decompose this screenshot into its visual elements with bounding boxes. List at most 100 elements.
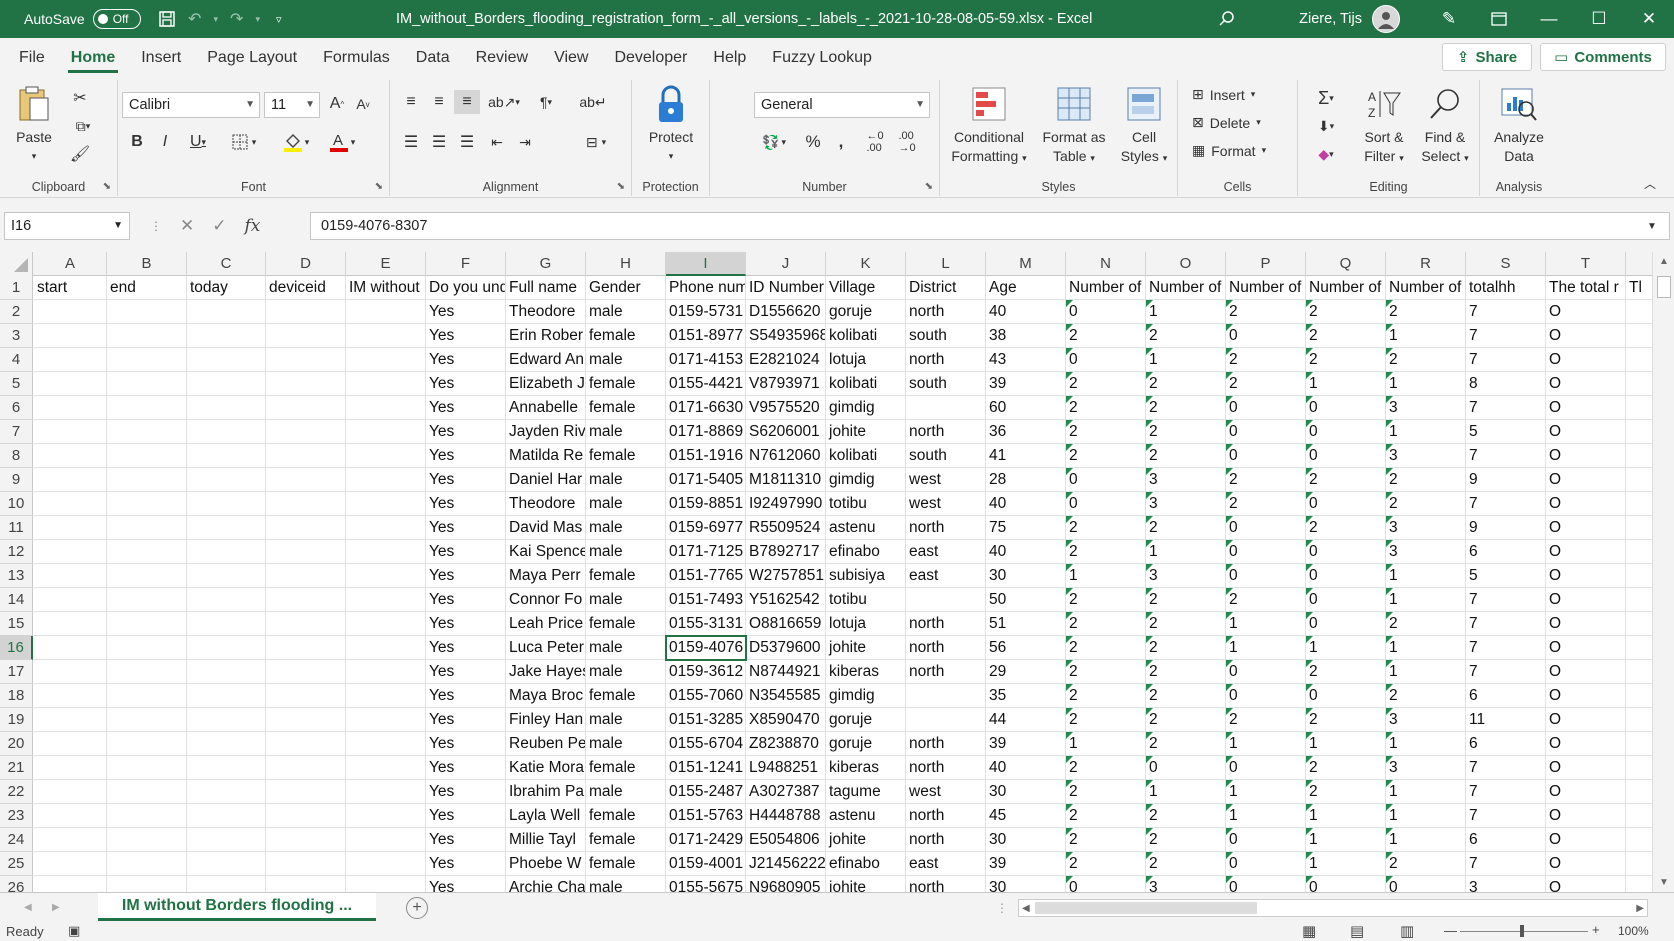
cell[interactable] (346, 876, 426, 892)
macro-record-icon[interactable]: ▣ (68, 923, 80, 939)
cell[interactable]: 0 (1306, 396, 1386, 420)
cell[interactable]: 2 (1226, 588, 1306, 612)
cell[interactable]: 0 (1226, 660, 1306, 684)
cell[interactable]: 3 (1386, 444, 1466, 468)
cell[interactable]: A3027387 (746, 780, 826, 804)
row-header[interactable]: 4 (0, 348, 33, 372)
cell[interactable]: E5054806 (746, 828, 826, 852)
cell[interactable]: male (586, 420, 666, 444)
cell[interactable]: Yes (426, 372, 506, 396)
avatar[interactable] (1372, 5, 1400, 33)
cell[interactable] (346, 852, 426, 876)
cell[interactable]: 2 (1306, 516, 1386, 540)
page-break-view-icon[interactable]: ▥ (1400, 922, 1414, 940)
cell[interactable]: 0 (1226, 516, 1306, 540)
row-header[interactable]: 12 (0, 540, 33, 564)
cell[interactable]: 7 (1466, 492, 1546, 516)
cell[interactable]: 2 (1306, 468, 1386, 492)
orientation-icon[interactable]: ab↗ ▾ (486, 90, 522, 114)
cell[interactable]: 0151-1916 (666, 444, 746, 468)
fill-color-icon[interactable]: ▾ (276, 128, 316, 156)
cell[interactable] (107, 564, 187, 588)
cell[interactable] (107, 420, 187, 444)
cell[interactable] (187, 324, 266, 348)
cell[interactable]: 1 (1306, 828, 1386, 852)
cell[interactable]: 1 (1226, 612, 1306, 636)
cell[interactable]: Erin Rober (506, 324, 586, 348)
cell[interactable]: 3 (1386, 708, 1466, 732)
cell[interactable]: 0 (1066, 348, 1146, 372)
cell[interactable] (266, 300, 346, 324)
paste-button[interactable]: Paste ▾ (8, 84, 60, 166)
cell[interactable] (187, 588, 266, 612)
font-name-combo[interactable]: Calibri ▼ (122, 92, 260, 118)
cell[interactable]: Kai Spence (506, 540, 586, 564)
cell[interactable]: 0 (1306, 876, 1386, 892)
cell[interactable]: 0159-4076 (666, 636, 746, 660)
cell[interactable] (346, 444, 426, 468)
cell[interactable] (107, 444, 187, 468)
cell[interactable]: north (906, 300, 986, 324)
cell[interactable] (187, 564, 266, 588)
underline-icon[interactable]: U ▾ (180, 130, 216, 154)
cell[interactable]: 8 (1466, 372, 1546, 396)
cell[interactable]: female (586, 804, 666, 828)
cell[interactable]: X8590470 (746, 708, 826, 732)
cell[interactable]: goruje (826, 708, 906, 732)
cell[interactable]: 0 (1066, 876, 1146, 892)
cell[interactable]: 0 (1306, 612, 1386, 636)
cell[interactable]: astenu (826, 804, 906, 828)
column-header-o[interactable]: O (1146, 252, 1226, 276)
column-header-q[interactable]: Q (1306, 252, 1386, 276)
cell[interactable] (266, 756, 346, 780)
column-header-s[interactable]: S (1466, 252, 1546, 276)
page-layout-view-icon[interactable]: ▤ (1350, 922, 1364, 940)
row-header[interactable]: 8 (0, 444, 33, 468)
cell[interactable]: 0 (1066, 300, 1146, 324)
cell[interactable]: 0 (1146, 756, 1226, 780)
cell[interactable]: 2 (1066, 612, 1146, 636)
cell[interactable]: west (906, 492, 986, 516)
normal-view-icon[interactable]: ▦ (1302, 922, 1316, 940)
cell[interactable]: subisiya (826, 564, 906, 588)
cell[interactable] (187, 612, 266, 636)
cell[interactable]: O (1546, 708, 1626, 732)
cell[interactable]: 2 (1066, 324, 1146, 348)
tab-file[interactable]: File (6, 38, 58, 76)
cell[interactable]: female (586, 756, 666, 780)
cell[interactable]: O (1546, 372, 1626, 396)
cell[interactable]: north (906, 876, 986, 892)
cell[interactable]: today (187, 276, 266, 300)
cell[interactable] (107, 708, 187, 732)
column-header-r[interactable]: R (1386, 252, 1466, 276)
cell[interactable]: The total r (1546, 276, 1626, 300)
row-header[interactable]: 21 (0, 756, 33, 780)
cell[interactable] (266, 444, 346, 468)
cell[interactable]: 2 (1146, 516, 1226, 540)
cell[interactable] (107, 516, 187, 540)
cell[interactable] (346, 756, 426, 780)
cell[interactable]: Gender (586, 276, 666, 300)
cell[interactable]: male (586, 348, 666, 372)
clipboard-launcher-icon[interactable]: ⬊ (103, 181, 111, 192)
cell[interactable]: Yes (426, 324, 506, 348)
cell[interactable] (1626, 708, 1652, 732)
align-bottom-icon[interactable]: ≡ (454, 90, 480, 114)
cell[interactable]: north (906, 612, 986, 636)
cell[interactable]: totibu (826, 588, 906, 612)
cell[interactable] (34, 780, 107, 804)
font-size-combo[interactable]: 11 ▼ (264, 92, 320, 118)
sheet-tab[interactable]: IM without Borders flooding ... (98, 893, 376, 921)
cell[interactable]: Number of (1146, 276, 1226, 300)
cell[interactable] (346, 324, 426, 348)
column-header-j[interactable]: J (746, 252, 826, 276)
cell[interactable] (187, 756, 266, 780)
cell[interactable]: O (1546, 396, 1626, 420)
cell[interactable] (187, 444, 266, 468)
increase-font-icon[interactable]: A ^ (324, 92, 350, 116)
horizontal-scroll-thumb[interactable] (1035, 902, 1257, 914)
cell[interactable] (107, 804, 187, 828)
cell[interactable]: 2 (1226, 492, 1306, 516)
cell[interactable] (266, 564, 346, 588)
cell[interactable]: 51 (986, 612, 1066, 636)
